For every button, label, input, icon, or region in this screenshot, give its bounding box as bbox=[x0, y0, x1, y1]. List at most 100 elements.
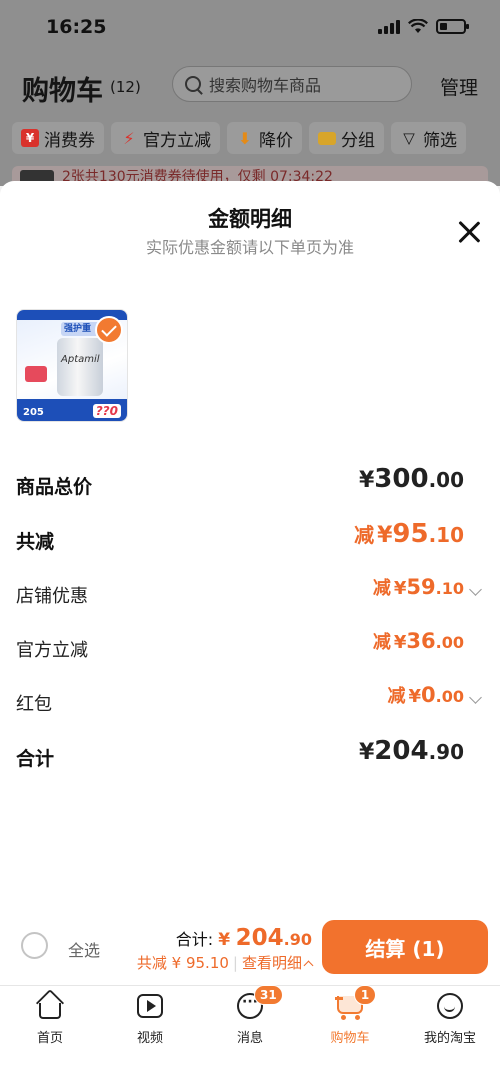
amount-integer: 36 bbox=[406, 629, 436, 653]
search-input[interactable]: 搜索购物车商品 bbox=[172, 66, 412, 102]
selected-check-icon[interactable] bbox=[95, 316, 123, 344]
total-label: 合计: bbox=[175, 930, 214, 949]
amount-decimal: .00 bbox=[428, 468, 464, 492]
cart-page-background: 购物车 (12) 搜索购物车商品 管理 ¥ 消费券 ⚡ 官方立减 ⬇ 降价 分组… bbox=[0, 56, 500, 188]
select-all-label[interactable]: 全选 bbox=[68, 937, 100, 961]
thumbnail-price-tag: 205 bbox=[23, 407, 44, 418]
amount-decimal: .10 bbox=[428, 523, 464, 547]
chevron-down-icon[interactable] bbox=[469, 691, 482, 704]
manage-button[interactable]: 管理 bbox=[440, 73, 478, 100]
tab-video[interactable]: 视频 bbox=[100, 992, 200, 1046]
amount-integer: 204 bbox=[235, 925, 284, 951]
row-red-packet[interactable]: 红包 减 ¥0.00 bbox=[16, 682, 484, 722]
currency-symbol: ¥ bbox=[218, 930, 231, 950]
row-label: 商品总价 bbox=[16, 476, 93, 498]
chevron-down-icon[interactable] bbox=[469, 583, 482, 596]
lightning-icon: ⚡ bbox=[123, 128, 135, 148]
cart-icon: 1 bbox=[335, 985, 376, 1020]
coupon-icon: ¥ bbox=[21, 129, 39, 147]
discount-summary: 共减 ¥ 95.10 | 查看明细 bbox=[136, 952, 314, 973]
row-value: ¥204.90 bbox=[359, 736, 464, 766]
row-store-discount[interactable]: 店铺优惠 减 ¥59.10 bbox=[16, 574, 484, 614]
filter-chips: ¥ 消费券 ⚡ 官方立减 ⬇ 降价 分组 ▽ 筛选 bbox=[12, 122, 466, 154]
tab-label: 首页 bbox=[36, 1031, 63, 1046]
row-label: 官方立减 bbox=[16, 640, 88, 661]
amount-decimal: .90 bbox=[428, 740, 464, 764]
divider: | bbox=[232, 954, 238, 972]
amount-integer: 0 bbox=[421, 683, 436, 707]
close-icon[interactable] bbox=[456, 219, 482, 245]
filter-chip-label: 消费券 bbox=[44, 130, 95, 151]
amount-integer: 95 bbox=[392, 519, 429, 549]
discount-text: 共减 ¥ 95.10 bbox=[136, 954, 229, 972]
search-placeholder: 搜索购物车商品 bbox=[209, 76, 322, 95]
row-label: 店铺优惠 bbox=[16, 586, 88, 607]
status-bar: 16:25 bbox=[0, 0, 500, 56]
total-amount: ¥ 204.90 bbox=[218, 925, 312, 951]
checkout-button[interactable]: 结算 (1) bbox=[322, 920, 488, 974]
price-down-icon: ⬇ bbox=[238, 128, 252, 148]
profile-icon bbox=[436, 992, 464, 1020]
amount-integer: 59 bbox=[406, 575, 436, 599]
amount-decimal: .00 bbox=[435, 687, 464, 706]
home-icon bbox=[35, 988, 65, 1020]
tab-messages[interactable]: 31 消息 bbox=[200, 985, 300, 1046]
tab-home[interactable]: 首页 bbox=[0, 988, 100, 1046]
brand-label: Aptamil bbox=[61, 354, 100, 365]
wifi-icon bbox=[408, 19, 428, 33]
currency-symbol: ¥ bbox=[358, 468, 375, 493]
filter-chip-official-discount[interactable]: ⚡ 官方立减 bbox=[111, 122, 220, 154]
tab-label: 我的淘宝 bbox=[423, 1031, 476, 1046]
row-label: 共减 bbox=[16, 531, 55, 553]
filter-chip-price-drop[interactable]: ⬇ 降价 bbox=[227, 122, 302, 154]
chevron-up-icon[interactable] bbox=[303, 960, 314, 971]
row-value: 减 ¥95.10 bbox=[354, 519, 464, 549]
currency-symbol: ¥ bbox=[408, 686, 422, 707]
filter-chip-coupon[interactable]: ¥ 消费券 bbox=[12, 122, 104, 154]
checkout-total: 合计: ¥ 204.90 bbox=[176, 925, 312, 951]
cellular-signal-icon bbox=[378, 19, 400, 34]
minus-prefix: 减 bbox=[354, 523, 375, 547]
filter-icon: ▽ bbox=[403, 129, 415, 147]
bottom-tab-bar: 首页 视频 31 消息 1 购物车 我的淘宝 bbox=[0, 985, 500, 1081]
minus-prefix: 减 bbox=[372, 578, 391, 599]
currency-symbol: ¥ bbox=[393, 578, 407, 599]
row-label: 红包 bbox=[16, 694, 52, 715]
filter-chip-group[interactable]: 分组 bbox=[309, 122, 384, 154]
select-all-checkbox[interactable] bbox=[21, 932, 48, 959]
sheet-title: 金额明细 bbox=[208, 207, 292, 231]
filter-chip-filter[interactable]: ▽ 筛选 bbox=[391, 122, 466, 154]
checkout-bar: 全选 合计: ¥ 204.90 共减 ¥ 95.10 | 查看明细 结算 (1) bbox=[0, 910, 500, 985]
row-label: 合计 bbox=[16, 748, 55, 770]
thumbnail-red-tag bbox=[25, 366, 47, 382]
minus-prefix: 减 bbox=[387, 686, 406, 707]
amount-decimal: .00 bbox=[435, 633, 464, 652]
amount-decimal: .90 bbox=[283, 930, 312, 949]
amount-decimal: .10 bbox=[435, 579, 464, 598]
thumbnail-hidden-price: ??0 bbox=[92, 404, 121, 418]
currency-symbol: ¥ bbox=[393, 632, 407, 653]
filter-chip-label: 降价 bbox=[259, 130, 293, 151]
row-value: ¥300.00 bbox=[359, 464, 464, 494]
currency-symbol: ¥ bbox=[358, 740, 375, 765]
minus-prefix: 减 bbox=[372, 632, 391, 653]
tab-label: 视频 bbox=[136, 1031, 163, 1046]
sheet-subtitle: 实际优惠金额请以下单页为准 bbox=[145, 238, 354, 257]
tab-my-taobao[interactable]: 我的淘宝 bbox=[400, 992, 500, 1046]
filter-chip-label: 分组 bbox=[341, 130, 375, 151]
status-icons bbox=[378, 19, 469, 34]
product-thumbnail[interactable]: 强护重 Aptamil 205 ??0 bbox=[16, 309, 128, 422]
view-detail-link[interactable]: 查看明细 bbox=[242, 954, 302, 972]
tab-label: 消息 bbox=[236, 1031, 263, 1046]
row-value: 减 ¥0.00 bbox=[388, 682, 465, 708]
battery-icon bbox=[436, 19, 469, 34]
row-total-discount: 共减 减 ¥95.10 bbox=[16, 519, 484, 559]
filter-chip-label: 筛选 bbox=[423, 130, 457, 151]
row-value: 减 ¥59.10 bbox=[373, 574, 464, 600]
tab-cart[interactable]: 1 购物车 bbox=[300, 985, 400, 1046]
folder-icon bbox=[318, 131, 336, 145]
amount-integer: 204 bbox=[374, 736, 429, 766]
search-icon bbox=[185, 76, 201, 92]
message-icon: 31 bbox=[236, 985, 283, 1020]
cart-count: (12) bbox=[110, 78, 141, 96]
